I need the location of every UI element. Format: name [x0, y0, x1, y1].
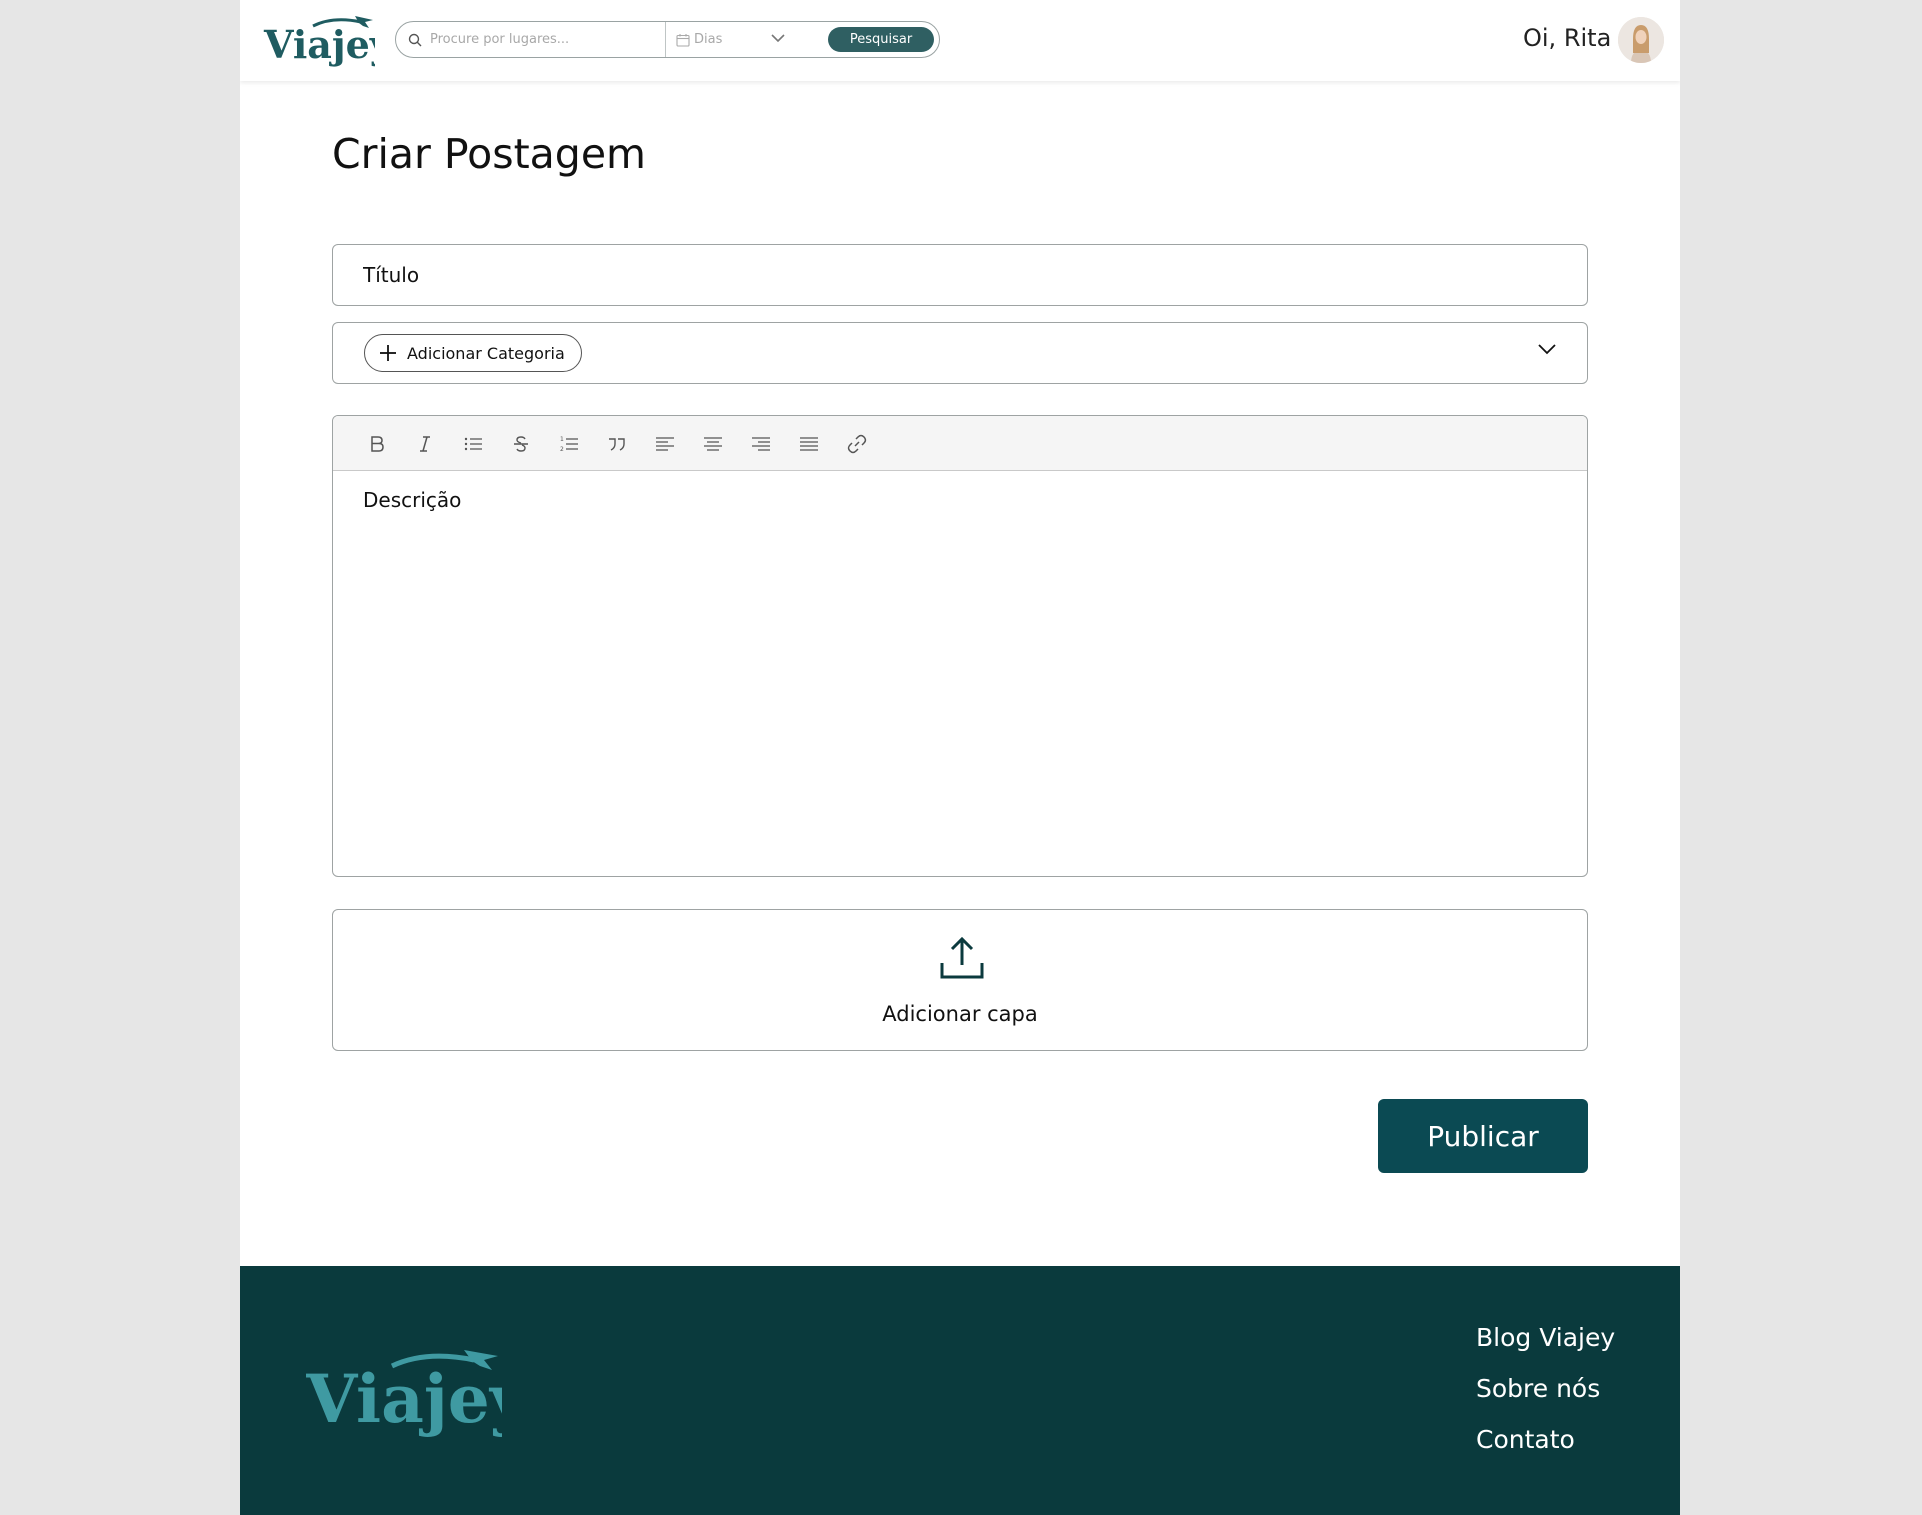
days-label: Dias	[694, 32, 723, 47]
days-select[interactable]: Dias Pesquisar	[666, 22, 939, 57]
user-photo	[1618, 17, 1664, 63]
bold-icon[interactable]	[363, 430, 391, 458]
search-bar: Dias Pesquisar	[395, 21, 940, 58]
footer-link-contact[interactable]: Contato	[1476, 1424, 1615, 1455]
strikethrough-icon[interactable]	[507, 430, 535, 458]
footer-logo-wordmark: Viajey	[306, 1360, 502, 1438]
title-field	[332, 244, 1588, 306]
title-input[interactable]	[363, 245, 1553, 305]
search-input[interactable]	[430, 32, 650, 47]
add-cover-dropzone[interactable]: Adicionar capa	[332, 909, 1588, 1051]
align-right-icon[interactable]	[747, 430, 775, 458]
footer-viajey-logo[interactable]: Viajey	[306, 1346, 502, 1442]
numbered-list-icon[interactable]: 12	[555, 430, 583, 458]
category-field[interactable]: Adicionar Categoria	[332, 322, 1588, 384]
chevron-down-icon[interactable]	[1537, 343, 1557, 355]
page: Viajey Dias	[240, 0, 1680, 1515]
description-editor: 12	[332, 415, 1588, 877]
footer-nav: Blog Viajey Sobre nós Contato	[1476, 1322, 1615, 1455]
description-input[interactable]	[363, 488, 1553, 858]
user-greeting: Oi, Rita	[1523, 24, 1612, 52]
italic-icon[interactable]	[411, 430, 439, 458]
header: Viajey Dias	[240, 0, 1680, 81]
add-category-label: Adicionar Categoria	[407, 343, 565, 363]
place-search-segment	[396, 22, 666, 57]
svg-text:1: 1	[560, 436, 564, 443]
search-button[interactable]: Pesquisar	[828, 27, 934, 52]
footer-link-about[interactable]: Sobre nós	[1476, 1373, 1615, 1404]
footer-link-blog[interactable]: Blog Viajey	[1476, 1322, 1615, 1353]
publish-button[interactable]: Publicar	[1378, 1099, 1588, 1173]
logo-wordmark: Viajey	[263, 22, 375, 67]
align-justify-icon[interactable]	[795, 430, 823, 458]
page-title: Criar Postagem	[332, 130, 646, 178]
editor-toolbar: 12	[333, 416, 1587, 471]
link-icon[interactable]	[843, 430, 871, 458]
chevron-down-icon	[771, 34, 785, 43]
calendar-icon	[676, 33, 690, 47]
add-cover-label: Adicionar capa	[882, 1002, 1038, 1026]
viajey-logo[interactable]: Viajey	[263, 14, 375, 70]
upload-icon	[940, 936, 984, 979]
plus-icon	[380, 345, 396, 361]
search-icon	[408, 33, 422, 46]
bullet-list-icon[interactable]	[459, 430, 487, 458]
avatar[interactable]	[1618, 17, 1664, 63]
add-category-button[interactable]: Adicionar Categoria	[364, 334, 582, 372]
align-center-icon[interactable]	[699, 430, 727, 458]
align-left-icon[interactable]	[651, 430, 679, 458]
quote-icon[interactable]	[603, 430, 631, 458]
svg-text:2: 2	[560, 446, 564, 453]
footer: Viajey Blog Viajey Sobre nós Contato	[240, 1266, 1680, 1515]
